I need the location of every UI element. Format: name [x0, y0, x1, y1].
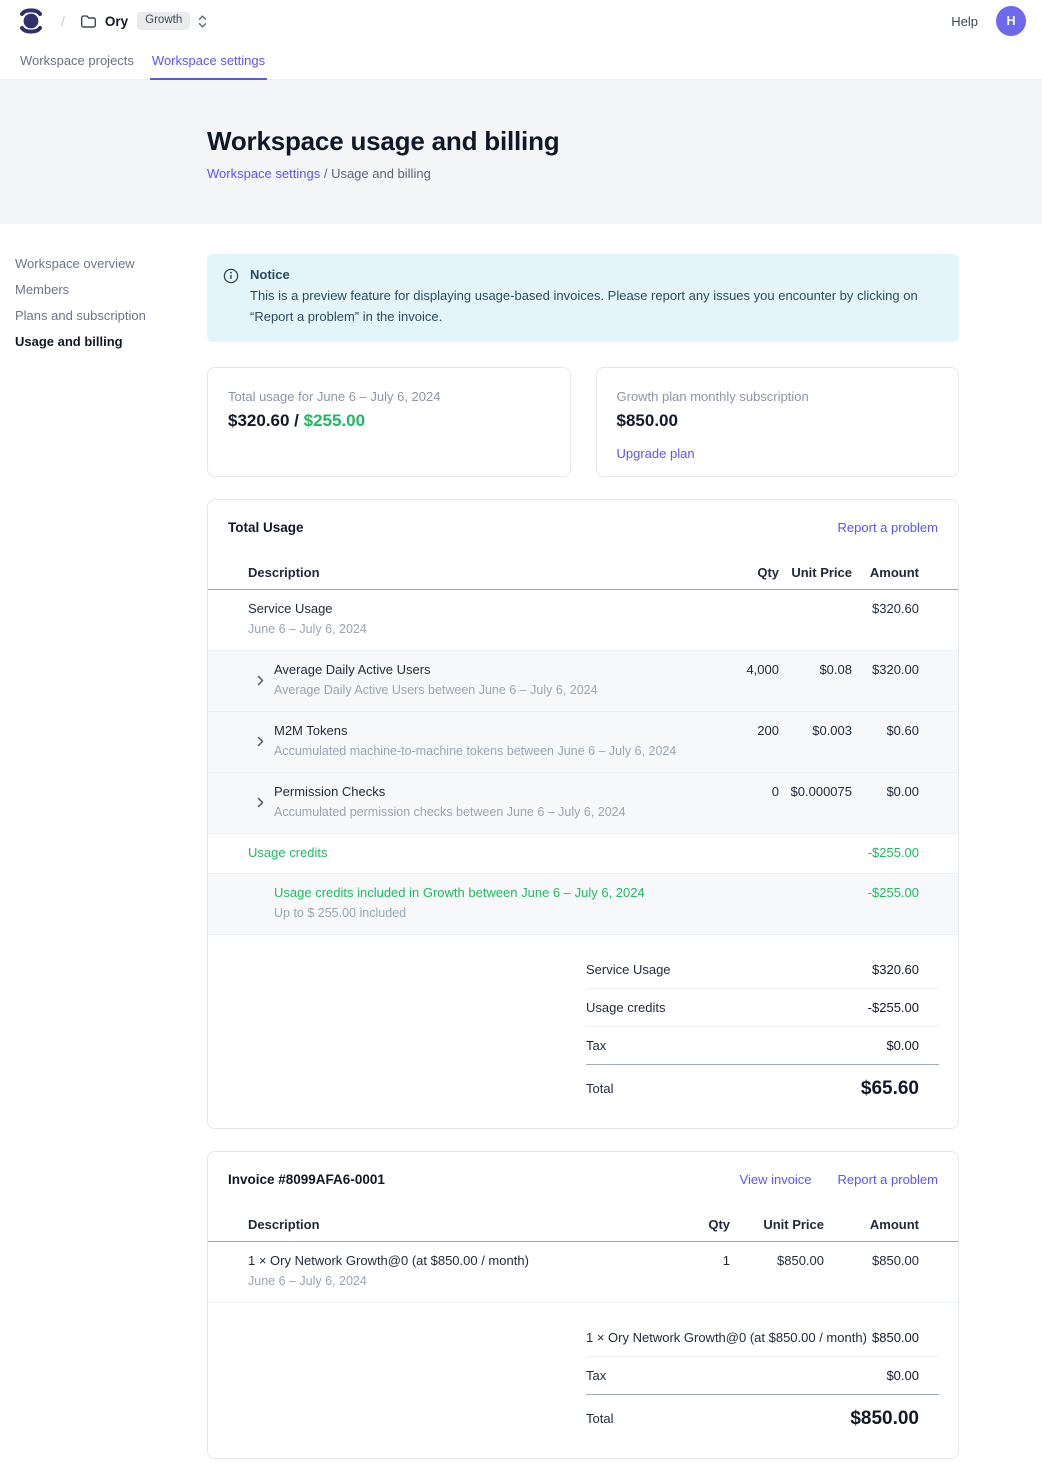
summary-row-tax: Tax $0.00 — [586, 1027, 939, 1065]
notice-title: Notice — [250, 267, 940, 282]
col-qty: Qty — [670, 1217, 730, 1232]
table-row-growth-subscription: 1 × Ory Network Growth@0 (at $850.00 / m… — [208, 1242, 958, 1303]
row-amount: $850.00 — [824, 1253, 919, 1268]
total-usage-card-label: Total usage for June 6 – July 6, 2024 — [228, 389, 550, 404]
settings-sidebar: Workspace overview Members Plans and sub… — [15, 224, 207, 1475]
sidebar-item-plans-and-subscription[interactable]: Plans and subscription — [15, 306, 207, 332]
view-invoice-link[interactable]: View invoice — [740, 1172, 812, 1187]
table-row-usage-credits: Usage credits -$255.00 — [208, 834, 958, 874]
plan-card-amount: $850.00 — [617, 411, 939, 431]
col-amount: Amount — [852, 565, 919, 580]
folder-icon — [80, 14, 97, 29]
tab-workspace-settings[interactable]: Workspace settings — [150, 42, 267, 80]
invoice-table-header: Description Qty Unit Price Amount — [208, 1207, 958, 1242]
workspace-name: Ory — [105, 14, 128, 29]
col-description: Description — [248, 565, 706, 580]
row-amount: $0.60 — [852, 723, 919, 738]
usage-separator: / — [289, 411, 303, 430]
col-unit-price: Unit Price — [730, 1217, 824, 1232]
sidebar-item-usage-and-billing[interactable]: Usage and billing — [15, 332, 207, 358]
col-amount: Amount — [824, 1217, 919, 1232]
row-unit-price: $850.00 — [730, 1253, 824, 1268]
row-amount: $320.00 — [852, 662, 919, 677]
total-usage-card-value: $320.60 / $255.00 — [228, 411, 550, 431]
row-qty: 0 — [706, 784, 779, 799]
total-usage-card: Total usage for June 6 – July 6, 2024 $3… — [207, 367, 571, 477]
summary-row-subscription: 1 × Ory Network Growth@0 (at $850.00 / m… — [586, 1319, 939, 1357]
report-a-problem-link[interactable]: Report a problem — [838, 520, 938, 535]
chevron-up-down-icon[interactable] — [197, 14, 208, 29]
usage-table-header: Description Qty Unit Price Amount — [208, 555, 958, 590]
breadcrumb-current: Usage and billing — [331, 166, 431, 181]
row-qty: 200 — [706, 723, 779, 738]
page-title: Workspace usage and billing — [207, 126, 1042, 157]
page-header: Workspace usage and billing Workspace se… — [0, 80, 1042, 224]
row-unit-price: $0.000075 — [779, 784, 852, 799]
col-description: Description — [248, 1217, 670, 1232]
row-unit-price: $0.08 — [779, 662, 852, 677]
sidebar-item-members[interactable]: Members — [15, 280, 207, 306]
breadcrumb: Workspace settings / Usage and billing — [207, 166, 1042, 181]
table-row-usage-credits-included: Usage credits included in Growth between… — [208, 874, 958, 935]
usage-panel-title: Total Usage — [228, 520, 304, 535]
tab-bar: Workspace projects Workspace settings — [0, 42, 1042, 80]
usage-summary: Service Usage $320.60 Usage credits -$25… — [586, 951, 939, 1104]
row-amount: -$255.00 — [852, 845, 919, 860]
breadcrumb-workspace-settings-link[interactable]: Workspace settings — [207, 166, 320, 181]
summary-row-total: Total $850.00 — [586, 1394, 939, 1434]
plan-badge: Growth — [137, 12, 190, 30]
top-bar: / Ory Growth Help H — [0, 0, 1042, 42]
total-usage-panel: Total Usage Report a problem Description… — [207, 499, 959, 1129]
chevron-right-icon[interactable] — [257, 675, 264, 686]
summary-row-total: Total $65.60 — [586, 1064, 939, 1104]
plan-subscription-card: Growth plan monthly subscription $850.00… — [596, 367, 960, 477]
chevron-right-icon[interactable] — [257, 797, 264, 808]
avatar[interactable]: H — [996, 6, 1026, 36]
invoice-summary: 1 × Ory Network Growth@0 (at $850.00 / m… — [586, 1319, 939, 1434]
workspace-switcher[interactable]: Ory Growth — [80, 12, 208, 30]
row-amount: -$255.00 — [852, 885, 919, 900]
notice-body: This is a preview feature for displaying… — [250, 286, 940, 327]
chevron-right-icon[interactable] — [257, 736, 264, 747]
col-qty: Qty — [706, 565, 779, 580]
table-row-service-usage: Service Usage June 6 – July 6, 2024 $320… — [208, 590, 958, 651]
table-row-permission-checks[interactable]: Permission Checks Accumulated permission… — [208, 773, 958, 834]
summary-row-tax: Tax $0.00 — [586, 1357, 939, 1395]
breadcrumb-slash: / — [61, 13, 65, 29]
usage-included-amount: $255.00 — [304, 411, 365, 430]
plan-card-label: Growth plan monthly subscription — [617, 389, 939, 404]
upgrade-plan-link[interactable]: Upgrade plan — [617, 446, 695, 461]
notice-banner: Notice This is a preview feature for dis… — [207, 254, 959, 342]
col-unit-price: Unit Price — [779, 565, 852, 580]
table-row-m2m-tokens[interactable]: M2M Tokens Accumulated machine-to-machin… — [208, 712, 958, 773]
table-row-average-daily-active-users[interactable]: Average Daily Active Users Average Daily… — [208, 651, 958, 712]
info-icon — [223, 268, 239, 327]
report-a-problem-link[interactable]: Report a problem — [838, 1172, 938, 1187]
breadcrumb-separator: / — [324, 166, 331, 181]
sidebar-item-workspace-overview[interactable]: Workspace overview — [15, 254, 207, 280]
invoice-title: Invoice #8099AFA6-0001 — [228, 1172, 385, 1187]
summary-row-service-usage: Service Usage $320.60 — [586, 951, 939, 989]
row-amount: $0.00 — [852, 784, 919, 799]
invoice-panel: Invoice #8099AFA6-0001 View invoice Repo… — [207, 1151, 959, 1459]
row-qty: 1 — [670, 1253, 730, 1268]
row-unit-price: $0.003 — [779, 723, 852, 738]
ory-logo-icon[interactable] — [18, 6, 44, 36]
help-link[interactable]: Help — [951, 14, 978, 29]
summary-row-usage-credits: Usage credits -$255.00 — [586, 989, 939, 1027]
tab-workspace-projects[interactable]: Workspace projects — [18, 42, 136, 80]
usage-used-amount: $320.60 — [228, 411, 289, 430]
row-qty: 4,000 — [706, 662, 779, 677]
row-amount: $320.60 — [852, 601, 919, 616]
